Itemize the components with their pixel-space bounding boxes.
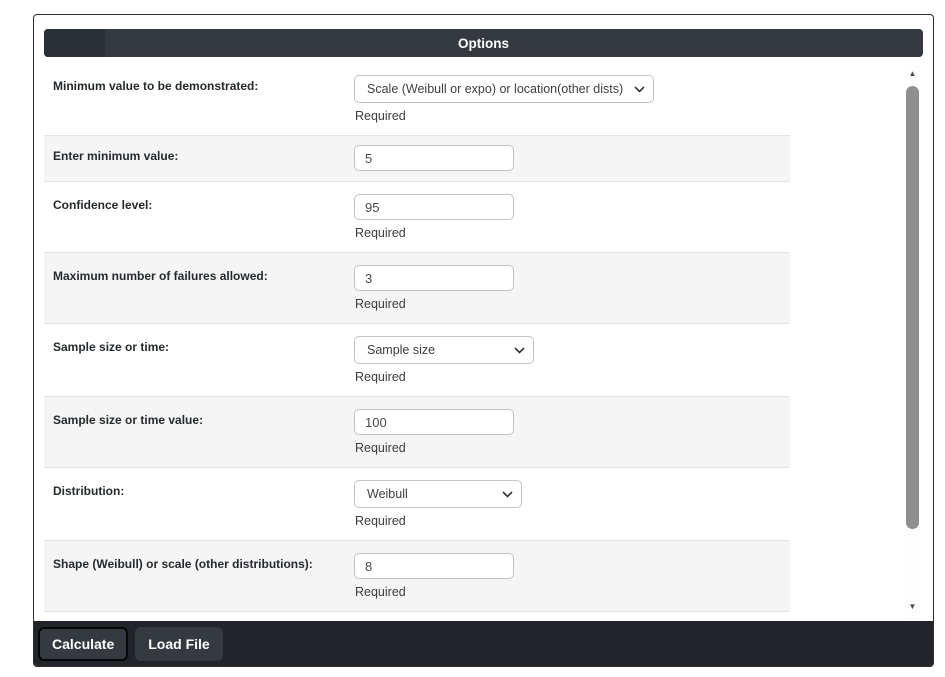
field-label: Confidence level: <box>53 198 153 212</box>
field-label: Sample size or time: <box>53 340 170 354</box>
form-row-sample-size-or-time: Sample size or time: Sample size Require… <box>44 324 790 397</box>
footer-bar: Calculate Load File <box>34 621 933 666</box>
scroll-up-arrow-icon[interactable]: ▲ <box>905 67 920 81</box>
field-label: Maximum number of failures allowed: <box>53 269 268 283</box>
required-hint: Required <box>355 441 406 455</box>
form-row-max-failures: Maximum number of failures allowed: Requ… <box>44 253 790 324</box>
field-label: Shape (Weibull) or scale (other distribu… <box>53 557 313 571</box>
confidence-level-input[interactable] <box>354 194 514 220</box>
select-value: Scale (Weibull or expo) or location(othe… <box>367 82 624 96</box>
scrollbar-thumb[interactable] <box>906 86 919 529</box>
form-row-min-demonstrated: Minimum value to be demonstrated: Scale … <box>44 63 790 136</box>
options-header: Options <box>44 29 923 57</box>
field-label: Sample size or time value: <box>53 413 204 427</box>
form-rows: Minimum value to be demonstrated: Scale … <box>44 63 790 622</box>
max-failures-input[interactable] <box>354 265 514 291</box>
scroll-down-arrow-icon[interactable]: ▼ <box>905 600 920 614</box>
form-row-distribution: Distribution: Weibull Required <box>44 468 790 541</box>
form-row-sample-value: Sample size or time value: Required <box>44 397 790 468</box>
required-hint: Required <box>355 109 406 123</box>
select-value: Sample size <box>367 343 436 357</box>
field-label: Enter minimum value: <box>53 149 179 163</box>
required-hint: Required <box>355 226 406 240</box>
field-label: Minimum value to be demonstrated: <box>53 79 259 93</box>
chevron-down-icon <box>634 85 645 93</box>
shape-scale-input[interactable] <box>354 553 514 579</box>
chevron-down-icon <box>514 346 525 354</box>
sample-value-input[interactable] <box>354 409 514 435</box>
scrollbar[interactable]: ▲ ▼ <box>905 65 920 618</box>
options-panel: Options Minimum value to be demonstrated… <box>33 14 934 667</box>
required-hint: Required <box>355 370 406 384</box>
header-accent-segment <box>44 29 105 57</box>
min-demonstrated-select[interactable]: Scale (Weibull or expo) or location(othe… <box>354 75 654 103</box>
page: Options Minimum value to be demonstrated… <box>0 0 945 677</box>
sample-size-or-time-select[interactable]: Sample size <box>354 336 534 364</box>
form-row-confidence: Confidence level: Required <box>44 182 790 253</box>
form-scroll-area: Minimum value to be demonstrated: Scale … <box>34 63 933 622</box>
required-hint: Required <box>355 585 406 599</box>
calculate-button[interactable]: Calculate <box>38 626 129 661</box>
load-file-button[interactable]: Load File <box>135 626 223 661</box>
required-hint: Required <box>355 514 406 528</box>
select-value: Weibull <box>367 487 408 501</box>
chevron-down-icon <box>502 490 513 498</box>
min-value-input[interactable] <box>354 145 514 171</box>
form-row-shape-scale: Shape (Weibull) or scale (other distribu… <box>44 541 790 612</box>
field-label: Distribution: <box>53 484 125 498</box>
distribution-select[interactable]: Weibull <box>354 480 522 508</box>
panel-title: Options <box>458 35 509 51</box>
form-row-min-value: Enter minimum value: <box>44 136 790 182</box>
required-hint: Required <box>355 297 406 311</box>
